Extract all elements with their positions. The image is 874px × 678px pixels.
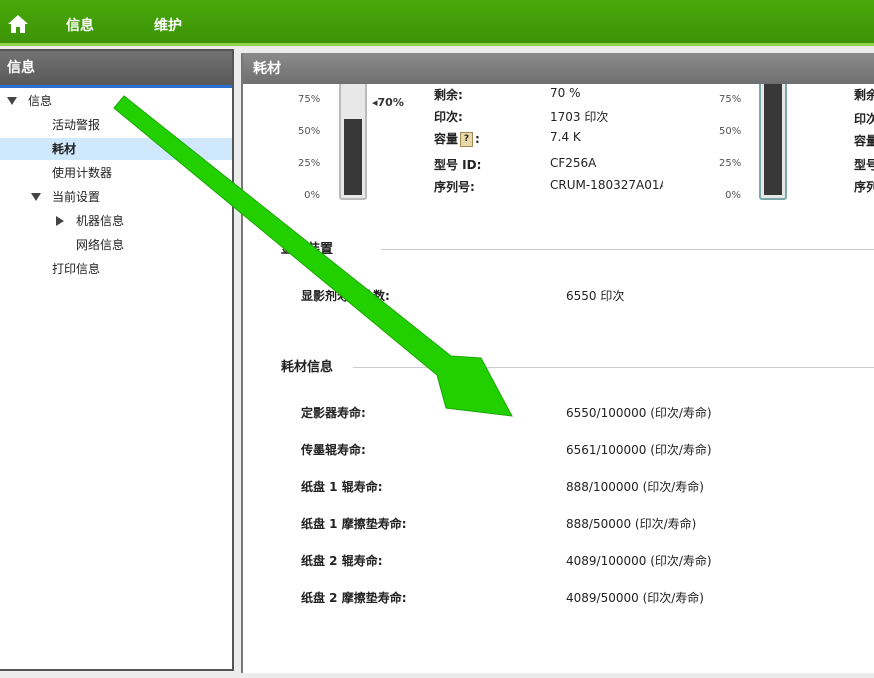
nav-info[interactable]: 信息: [66, 15, 94, 35]
help-icon[interactable]: ?: [460, 132, 474, 147]
tree-item-usage-counter[interactable]: 使用计数器: [0, 162, 232, 184]
nav-underline: [0, 43, 874, 46]
tray1-pad-life-label: 纸盘 1 摩擦垫寿命:: [301, 517, 407, 531]
section-divider: [381, 249, 874, 250]
gauge2-scale-75: 75%: [719, 94, 742, 105]
prints-label: 印次:: [434, 110, 463, 124]
tree-item-print-info[interactable]: 打印信息: [0, 258, 232, 280]
nav-maintenance[interactable]: 维护: [154, 15, 182, 35]
gauge2-scale-50: 50%: [719, 126, 742, 137]
toner-level-marker: ◂70%: [372, 96, 404, 109]
toner2-remaining-label: 剩余: [854, 88, 874, 102]
model-label: 型号 ID:: [434, 158, 482, 172]
home-icon[interactable]: [7, 14, 29, 34]
tree-item-machine-info[interactable]: 机器信息: [0, 210, 232, 232]
toner2-serial-label: 序列: [854, 180, 874, 194]
consumables-section-title: 耗材信息: [281, 360, 334, 375]
gauge1-scale-0: 0%: [304, 190, 320, 201]
supplies-panel: 耗材 75% 50% 25% 0% ◂70% 剩余: 70 % 印次: 1703…: [241, 53, 874, 673]
tray2-roller-life-value: 4089/100000 (印次/寿命): [566, 554, 712, 568]
transfer-roller-life-value: 6561/100000 (印次/寿命): [566, 443, 712, 457]
tree-item-supplies[interactable]: 耗材: [0, 138, 232, 160]
prints-value: 1703 印次: [550, 110, 609, 124]
tray1-pad-life-value: 888/50000 (印次/寿命): [566, 517, 697, 531]
capacity-value: 7.4 K: [550, 130, 581, 144]
gauge2-scale-0: 0%: [725, 190, 741, 201]
collapsed-triangle-icon[interactable]: [56, 216, 64, 226]
developer-life-value: 6550 印次: [566, 289, 625, 303]
tree-item-network-info[interactable]: 网络信息: [0, 234, 232, 256]
toner2-model-label: 型号: [854, 158, 874, 172]
tray2-pad-life-label: 纸盘 2 摩擦垫寿命:: [301, 591, 407, 605]
gauge1-scale-50: 50%: [298, 126, 321, 137]
model-value: CF256A: [550, 156, 597, 170]
tray1-roller-life-label: 纸盘 1 辊寿命:: [301, 480, 383, 494]
gauge1-scale-25: 25%: [298, 158, 321, 169]
gauge2-scale-25: 25%: [719, 158, 742, 169]
toner2-prints-label: 印次: [854, 112, 874, 126]
left-panel-title: 信息: [0, 51, 232, 88]
capacity-label: 容量?:: [434, 132, 480, 147]
toner-gauge: [339, 84, 367, 200]
toner-level-fill: [344, 119, 362, 195]
tree-item-info[interactable]: 信息: [0, 90, 232, 112]
tray2-pad-life-value: 4089/50000 (印次/寿命): [566, 591, 704, 605]
supplies-panel-title: 耗材: [243, 54, 874, 84]
toner2-capacity-label: 容量: [854, 134, 874, 148]
top-nav-bar: 信息 维护: [0, 0, 874, 46]
developer-life-label: 显影剂寿命计数:: [301, 289, 390, 303]
expand-triangle-icon[interactable]: [7, 97, 17, 105]
gauge1-scale-75: 75%: [298, 94, 321, 105]
expand-triangle-icon[interactable]: [31, 193, 41, 201]
section-divider: [353, 367, 874, 368]
remaining-value: 70 %: [550, 86, 581, 100]
fuser-life-value: 6550/100000 (印次/寿命): [566, 406, 712, 420]
tree-item-current-settings[interactable]: 当前设置: [0, 186, 232, 208]
serial-value: CRUM-180327A01AE: [550, 178, 663, 192]
left-nav-panel: 信息 信息 活动警报 耗材 使用计数器 当前设置 机器信息 网络信息 打印信息: [0, 49, 234, 671]
supplies-content: 75% 50% 25% 0% ◂70% 剩余: 70 % 印次: 1703 印次…: [243, 84, 874, 673]
transfer-roller-life-label: 传墨辊寿命:: [301, 443, 366, 457]
tray1-roller-life-value: 888/100000 (印次/寿命): [566, 480, 704, 494]
tray2-roller-life-label: 纸盘 2 辊寿命:: [301, 554, 383, 568]
developer-section-title: 显影装置: [281, 242, 334, 257]
toner2-gauge: [759, 84, 787, 200]
remaining-label: 剩余:: [434, 88, 463, 102]
fuser-life-label: 定影器寿命:: [301, 406, 366, 420]
tree-item-active-alerts[interactable]: 活动警报: [0, 114, 232, 136]
toner2-level-fill: [764, 84, 782, 195]
serial-label: 序列号:: [434, 180, 475, 194]
